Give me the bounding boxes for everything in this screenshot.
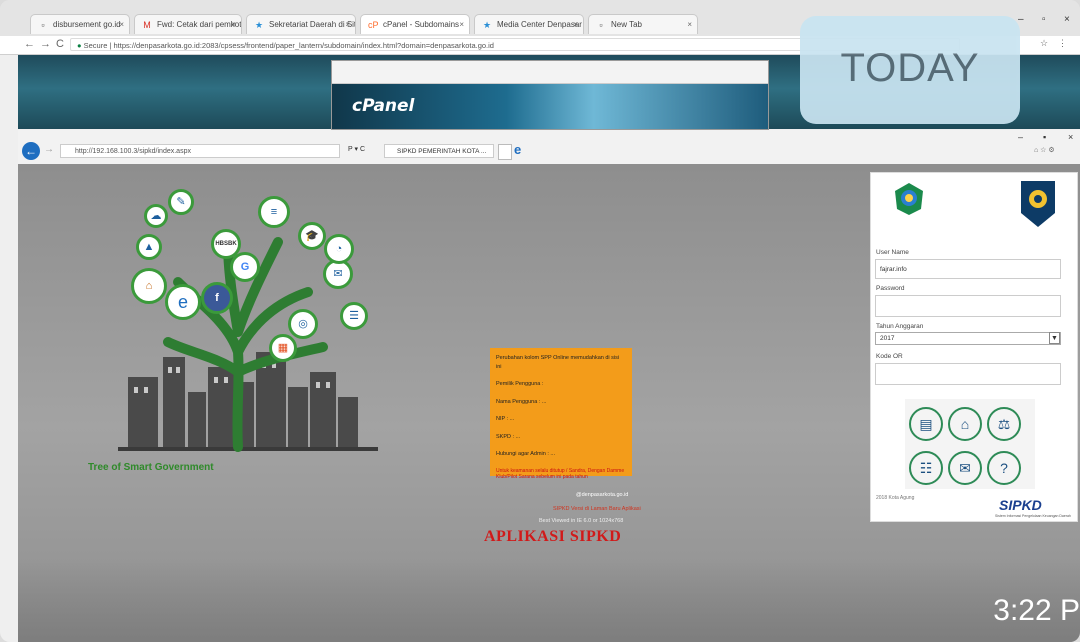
gauge-leaf-icon: ◔ xyxy=(324,234,354,264)
help-icon[interactable]: ? xyxy=(987,451,1021,485)
sipkd-brand: SIPKD xyxy=(999,497,1042,513)
bank-icon[interactable]: ⌂ xyxy=(948,407,982,441)
cpanel-logo: cPanel xyxy=(352,96,415,116)
menu-icon[interactable]: ⋮ xyxy=(1058,38,1067,49)
hbsbk-leaf-icon: HBSBK xyxy=(211,229,241,259)
maximize-icon[interactable]: ▫ xyxy=(1042,14,1046,25)
username-field[interactable]: fajrar.info xyxy=(875,259,1061,279)
gmail-icon: M xyxy=(143,20,151,30)
year-select[interactable]: 2017 ▼ xyxy=(875,332,1061,345)
panel-footer: 2018 Kota Agung xyxy=(876,495,915,501)
facebook-leaf-icon: f xyxy=(201,282,233,314)
minimize-icon[interactable]: – xyxy=(1018,14,1024,25)
reload-icon[interactable]: C xyxy=(56,38,64,50)
video-clock: 3:22 P xyxy=(993,594,1080,627)
star-icon: ★ xyxy=(254,20,264,30)
inner-browser-bar: ← → http://192.168.100.3/sipkd/index.asp… xyxy=(18,130,1080,165)
code-field[interactable] xyxy=(875,363,1061,385)
email-link[interactable]: @denpasarkota.go.id xyxy=(576,492,628,498)
scale-icon[interactable]: ⚖ xyxy=(987,407,1021,441)
ie-icon: e xyxy=(514,142,522,157)
close-window-icon[interactable]: × xyxy=(1064,14,1070,25)
search-refresh[interactable]: P ▾ C xyxy=(348,145,365,153)
tab-gmail[interactable]: M Fwd: Cetak dari pemkot × xyxy=(134,14,242,34)
google-leaf-icon: G xyxy=(230,252,260,282)
cpanel-icon: cP xyxy=(368,20,379,30)
forward-icon[interactable]: → xyxy=(40,38,51,50)
chevron-down-icon[interactable]: ▼ xyxy=(1049,332,1060,344)
doc-leaf-icon: ✎ xyxy=(168,189,194,215)
code-label: Kode OR xyxy=(876,353,903,360)
cpanel-screenshot: cPanel xyxy=(331,60,769,130)
ie-leaf-icon: e xyxy=(165,284,201,320)
cpanel-toolbar xyxy=(332,61,768,84)
screenshot-frame: ▫ disbursement go.id × M Fwd: Cetak dari… xyxy=(0,0,1080,642)
new-tab-button[interactable] xyxy=(498,144,512,160)
inner-url-field[interactable]: http://192.168.100.3/sipkd/index.aspx xyxy=(60,144,340,158)
forward-icon[interactable]: → xyxy=(44,144,54,155)
cloud-leaf-icon: ☁ xyxy=(144,204,168,228)
tab-disbursement[interactable]: ▫ disbursement go.id × xyxy=(30,14,130,34)
login-panel: User Name fajrar.info Password Tahun Ang… xyxy=(870,172,1078,522)
tab-cpanel[interactable]: cP cPanel - Subdomains × xyxy=(360,14,470,34)
building-leaf-icon: ≡ xyxy=(258,196,290,228)
notice-box: Perubahan kolom SPP Online memudahkan di… xyxy=(490,348,632,480)
close-icon[interactable]: × xyxy=(687,15,692,34)
year-label: Tahun Anggaran xyxy=(876,323,924,330)
maximize-icon[interactable]: ▪ xyxy=(1043,132,1046,142)
office-leaf-icon: ▦ xyxy=(269,334,297,362)
close-icon[interactable]: × xyxy=(573,15,578,34)
ministry-emblem-logo xyxy=(1017,179,1059,229)
tab-sekretariat[interactable]: ★ Sekretariat Daerah di Situs × xyxy=(246,14,356,34)
organization-icon[interactable]: ☷ xyxy=(909,451,943,485)
page-icon: ▫ xyxy=(41,20,45,30)
today-overlay: TODAY xyxy=(800,16,1020,124)
chat-icon[interactable]: ✉ xyxy=(948,451,982,485)
inner-tab-sipkd[interactable]: SIPKD PEMERINTAH KOTA ... xyxy=(384,144,494,158)
tree-illustration xyxy=(118,237,378,452)
best-viewed-note: Best Viewed in IE 6.0 or 1024x768 xyxy=(539,518,624,524)
back-icon[interactable]: ← xyxy=(22,142,40,160)
list-leaf-icon: ☰ xyxy=(340,302,368,330)
lock-icon: ● xyxy=(77,41,82,50)
tab-media-center[interactable]: ★ Media Center Denpasar × xyxy=(474,14,584,34)
red-note: SIPKD Versi di Laman Baru Aplikasi xyxy=(553,506,641,512)
password-field[interactable] xyxy=(875,295,1061,317)
graduation-leaf-icon: 🎓 xyxy=(298,222,326,250)
app-title: APLIKASI SIPKD xyxy=(484,528,622,545)
page-icon: ▫ xyxy=(599,20,603,30)
cpanel-banner: cPanel xyxy=(332,84,768,129)
close-window-icon[interactable]: × xyxy=(1068,132,1073,142)
people-leaf-icon: ◎ xyxy=(288,309,318,339)
password-label: Password xyxy=(876,285,905,292)
tab-new[interactable]: ▫ New Tab × xyxy=(588,14,698,34)
sipkd-brand-sub: Sistem Informasi Pengelolaan Keuangan Da… xyxy=(995,514,1071,518)
back-icon[interactable]: ← xyxy=(24,38,35,50)
star-icon[interactable]: ☆ xyxy=(1040,38,1048,49)
favorites-icons[interactable]: ⌂ ☆ ⚙ xyxy=(1034,146,1055,154)
close-icon[interactable]: × xyxy=(345,15,350,34)
star-icon: ★ xyxy=(482,20,492,30)
chart-leaf-icon: ▲ xyxy=(136,234,162,260)
tree-caption: Tree of Smart Government xyxy=(88,462,214,473)
minimize-icon[interactable]: – xyxy=(1018,132,1023,142)
username-label: User Name xyxy=(876,249,909,256)
video-overlay-gradient xyxy=(18,560,1080,642)
report-icon[interactable]: ▤ xyxy=(909,407,943,441)
home-leaf-icon: ⌂ xyxy=(131,268,167,304)
city-emblem-logo xyxy=(891,181,927,217)
close-icon[interactable]: × xyxy=(119,15,124,34)
close-icon[interactable]: × xyxy=(459,15,464,34)
close-icon[interactable]: × xyxy=(231,15,236,34)
